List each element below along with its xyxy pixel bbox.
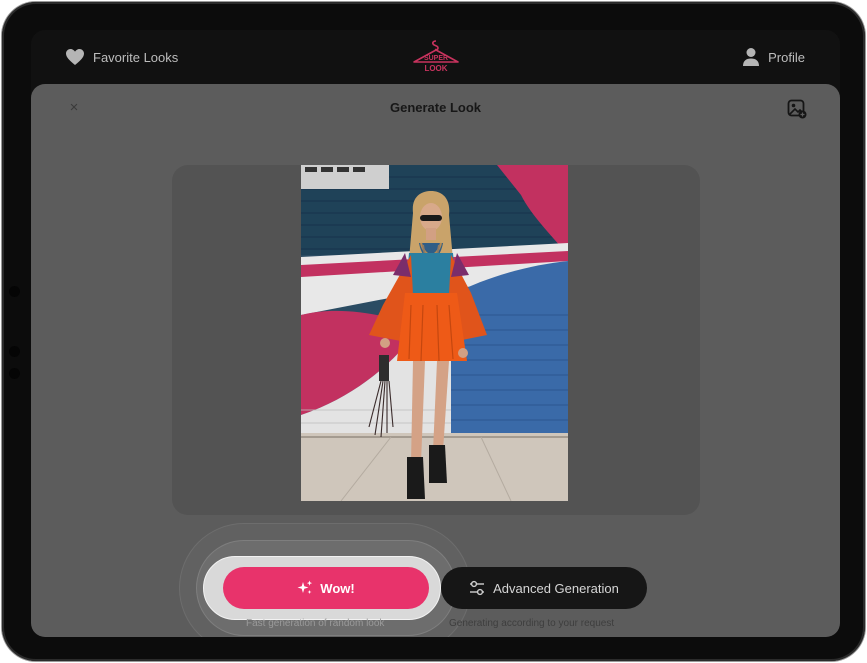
super-look-logo: SUPER LOOK xyxy=(413,40,459,73)
app-screen: Favorite Looks SUPER LOOK Profile × Gene… xyxy=(31,30,840,637)
logo-text-top: SUPER xyxy=(424,55,448,62)
sliders-icon xyxy=(470,580,485,596)
top-bar: Favorite Looks SUPER LOOK Profile xyxy=(31,30,840,86)
wow-label: Wow! xyxy=(320,580,355,596)
wow-button[interactable]: Wow! xyxy=(223,567,429,609)
person-icon xyxy=(743,48,760,66)
side-sensor xyxy=(9,286,20,297)
image-add-icon[interactable] xyxy=(787,99,807,119)
profile-label: Profile xyxy=(768,49,805,65)
look-photo xyxy=(301,165,568,501)
logo-text-bottom: LOOK xyxy=(424,64,447,73)
profile-link[interactable]: Profile xyxy=(742,47,805,67)
sparkle-icon xyxy=(297,580,313,594)
sheet-title: Generate Look xyxy=(389,100,482,115)
favorite-looks-link[interactable]: Favorite Looks xyxy=(65,48,178,66)
look-photo-illustration xyxy=(301,165,568,501)
heart-icon xyxy=(66,49,84,65)
advanced-generation-label: Advanced Generation xyxy=(493,580,619,596)
wow-caption: Fast generation of random look xyxy=(246,618,385,629)
side-sensor xyxy=(9,368,20,379)
generate-look-sheet: × Generate Look Wow! Advanced Generation… xyxy=(31,84,840,637)
advanced-generation-button[interactable]: Advanced Generation xyxy=(441,567,647,609)
tablet-frame: Favorite Looks SUPER LOOK Profile × Gene… xyxy=(2,2,865,661)
advanced-caption: Generating according to your request xyxy=(449,618,615,629)
favorite-looks-label: Favorite Looks xyxy=(93,49,179,65)
side-sensor xyxy=(9,346,20,357)
